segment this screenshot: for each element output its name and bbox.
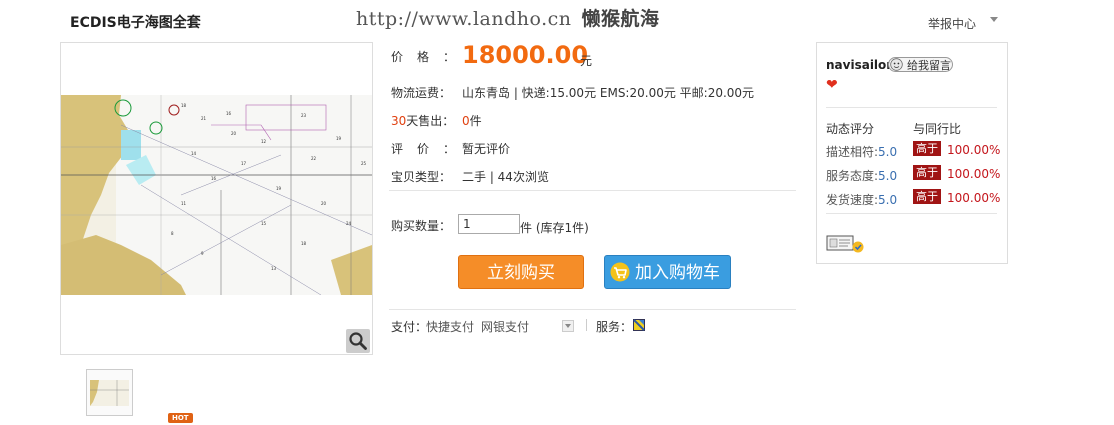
- watermark-url: http://www.landho.cn: [356, 8, 572, 30]
- divider: [389, 309, 796, 310]
- svg-text:13: 13: [271, 266, 277, 271]
- shipping-value: 山东青岛 | 快递:15.00元 EMS:20.00元 平邮:20.00元: [462, 86, 755, 100]
- message-icon: [890, 58, 903, 71]
- rating-label: 服务态度:: [826, 169, 879, 183]
- svg-text:20: 20: [231, 131, 237, 136]
- price-unit: 元: [580, 54, 593, 68]
- nautical-chart-image: 182116 122319 141722 111520 91324 81820 …: [61, 95, 372, 295]
- higher-badge: 高于: [913, 141, 941, 156]
- divider: [389, 190, 796, 191]
- divider: [826, 213, 997, 214]
- payment-label: 支付：: [391, 320, 428, 334]
- zoom-button[interactable]: [346, 329, 370, 353]
- separator: [586, 319, 587, 331]
- higher-badge: 高于: [913, 165, 941, 180]
- review-label: 评价：: [391, 142, 470, 156]
- sold-value: 0件: [462, 112, 482, 129]
- svg-text:20: 20: [321, 201, 327, 206]
- svg-text:16: 16: [211, 176, 217, 181]
- service-label: 服务：: [596, 320, 633, 334]
- page-title: ECDIS电子海图全套: [70, 15, 201, 31]
- dropdown-arrow-icon[interactable]: [990, 17, 998, 22]
- svg-text:21: 21: [201, 116, 207, 121]
- magnifier-icon: [349, 332, 367, 350]
- thumbnail-chart-image: [87, 370, 132, 415]
- payment-option-bank[interactable]: 网银支付: [481, 318, 529, 335]
- service-icon[interactable]: [633, 319, 645, 331]
- quantity-label: 购买数量：: [391, 219, 452, 233]
- svg-text:15: 15: [261, 221, 267, 226]
- quantity-input[interactable]: [458, 214, 520, 234]
- price-label: 价格：: [391, 50, 470, 64]
- sold-unit: 件: [469, 114, 482, 128]
- dropdown-arrow-icon: [565, 324, 571, 328]
- sold-days: 30: [391, 114, 407, 128]
- shipping-label: 物流运费：: [391, 86, 452, 100]
- divider: [826, 107, 997, 108]
- heart-icon: ❤: [826, 77, 838, 93]
- rating-percent: 100.00%: [947, 143, 1001, 157]
- compare-label: 与同行比: [913, 122, 962, 136]
- svg-text:14: 14: [191, 151, 197, 156]
- product-thumbnail[interactable]: [86, 369, 133, 416]
- report-center-link[interactable]: 举报中心: [928, 15, 976, 32]
- dynamic-rating-label: 动态评分: [826, 122, 875, 136]
- svg-text:19: 19: [276, 186, 282, 191]
- svg-text:17: 17: [241, 161, 247, 166]
- rating-percent: 100.00%: [947, 191, 1001, 205]
- rating-score: 5.0: [878, 145, 898, 159]
- review-value: 暂无评价: [462, 142, 511, 156]
- svg-text:24: 24: [346, 221, 352, 226]
- watermark-name: 懒猴航海: [581, 8, 660, 30]
- certification-icon[interactable]: [826, 234, 866, 254]
- svg-text:16: 16: [226, 111, 232, 116]
- hot-badge: HOT: [168, 413, 193, 423]
- svg-text:18: 18: [181, 103, 187, 108]
- price-value: 18000.00: [462, 41, 589, 69]
- rating-label: 描述相符:: [826, 145, 879, 159]
- higher-badge: 高于: [913, 189, 941, 204]
- quantity-stock-note: 件 (库存1件): [520, 221, 589, 235]
- rating-row-description: 描述相符:5.0: [826, 143, 897, 160]
- rating-label: 发货速度:: [826, 193, 879, 207]
- seller-name[interactable]: navisailor: [826, 58, 892, 72]
- rating-row-shipping: 发货速度:5.0: [826, 191, 897, 208]
- svg-text:22: 22: [311, 156, 317, 161]
- svg-text:18: 18: [301, 241, 307, 246]
- rating-score: 5.0: [878, 193, 898, 207]
- watermark: http://www.landho.cn 懒猴航海: [356, 4, 660, 31]
- buy-now-button[interactable]: 立刻购买: [458, 255, 584, 289]
- svg-text:12: 12: [261, 139, 267, 144]
- svg-text:19: 19: [336, 136, 342, 141]
- sold-count: 0: [462, 114, 470, 128]
- rating-row-service: 服务态度:5.0: [826, 167, 897, 184]
- item-type-value: 二手 | 44次浏览: [462, 170, 549, 184]
- sold-label: 30天售出：: [391, 112, 454, 129]
- sold-label-text: 天售出：: [406, 114, 455, 128]
- rating-percent: 100.00%: [947, 167, 1001, 181]
- cart-icon: [610, 262, 630, 282]
- svg-text:23: 23: [301, 113, 307, 118]
- payment-option-quick[interactable]: 快捷支付: [426, 318, 474, 335]
- product-main-image[interactable]: 18 21 16 12 23 19 14 17 22 11 15 20 9 13 24 8 18 20 …: [60, 42, 373, 355]
- rating-score: 5.0: [878, 169, 898, 183]
- svg-text:11: 11: [181, 201, 187, 206]
- svg-text:25: 25: [361, 161, 367, 166]
- item-type-label: 宝贝类型：: [391, 170, 452, 184]
